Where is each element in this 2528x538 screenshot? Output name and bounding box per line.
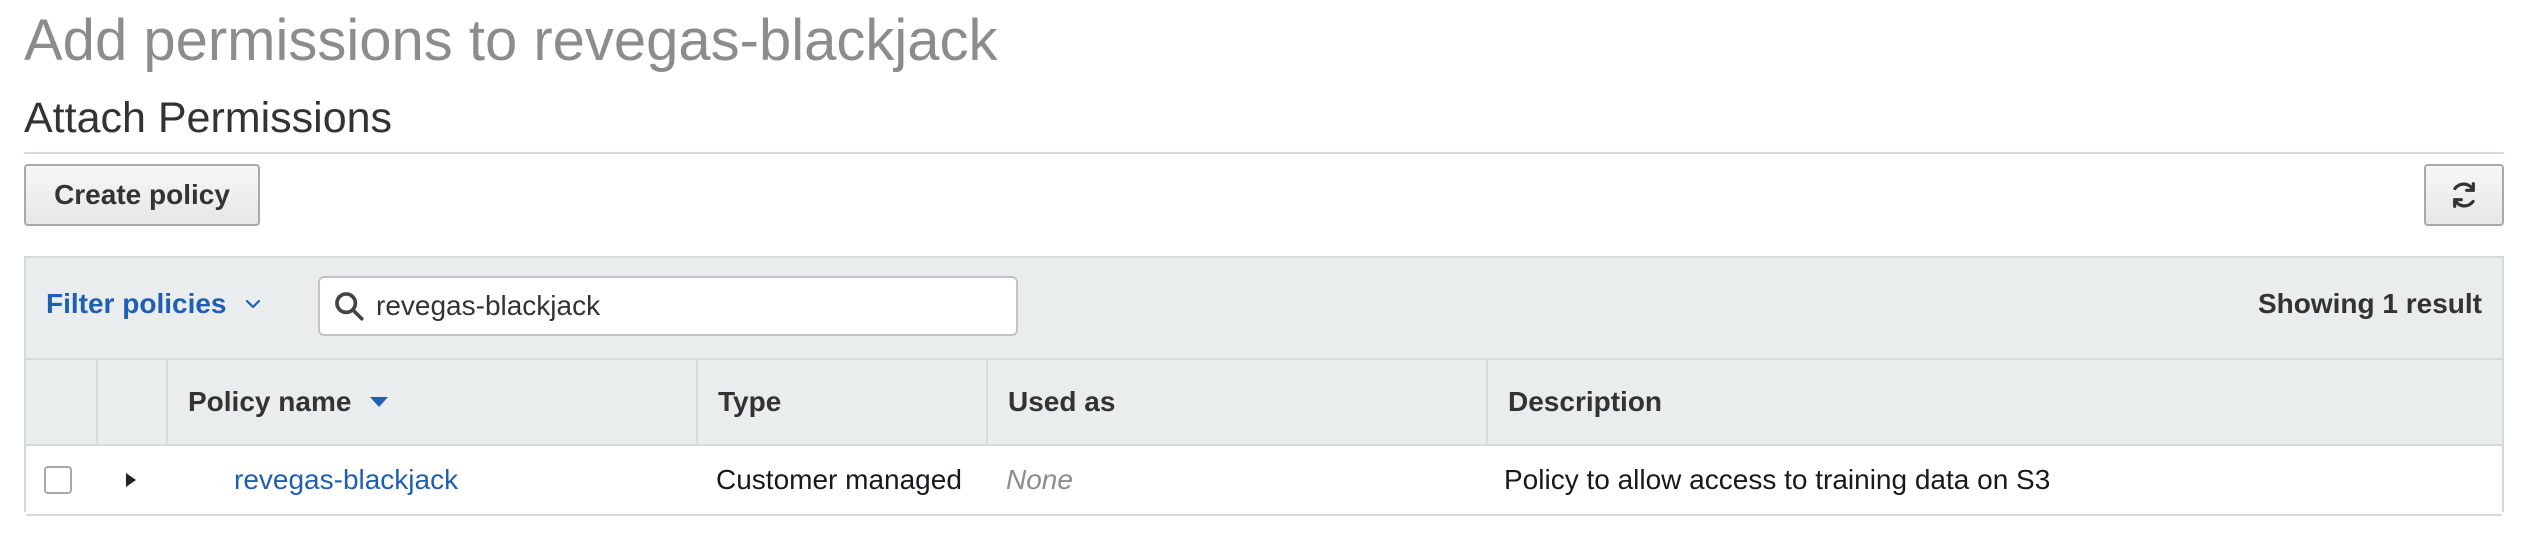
search-input[interactable] (374, 289, 998, 323)
result-count: Showing 1 result (2257, 288, 2482, 319)
search-field[interactable] (318, 276, 1018, 336)
column-header-policy-name[interactable]: Policy name (166, 360, 696, 444)
column-header-used-as[interactable]: Used as (986, 360, 1486, 444)
column-header-label: Used as (1008, 386, 1116, 417)
section-title: Attach Permissions (24, 94, 393, 142)
chevron-down-icon (245, 299, 260, 309)
filter-policies-label: Filter policies (46, 288, 227, 319)
row-select-cell (44, 446, 72, 514)
policy-name-cell: revegas-blackjack (234, 446, 458, 514)
description-cell: Policy to allow access to training data … (1504, 464, 2051, 495)
type-cell: Customer managed (716, 464, 962, 495)
policy-name-link[interactable]: revegas-blackjack (234, 464, 458, 496)
column-header-label: Policy name (188, 386, 352, 417)
search-icon (335, 292, 364, 321)
page-title: Add permissions to revegas-blackjack (24, 8, 998, 73)
header-select-column (26, 360, 96, 444)
column-header-label: Description (1508, 386, 1663, 417)
filter-policies-dropdown[interactable]: Filter policies (46, 288, 263, 320)
used-as-cell: None (1006, 446, 1073, 514)
row-checkbox[interactable] (44, 466, 72, 494)
create-policy-button[interactable]: Create policy (24, 164, 260, 226)
column-header-label: Type (718, 386, 782, 417)
refresh-icon (2453, 182, 2475, 208)
row-expand-cell (124, 446, 138, 514)
filter-bar: Filter policies Showing 1 result (26, 258, 2502, 360)
sort-descending-icon (370, 397, 389, 407)
table-header: Policy name Type Used as Description (26, 360, 2502, 446)
policies-table: Filter policies Showing 1 result Policy … (24, 256, 2504, 516)
header-expand-column (96, 360, 166, 444)
table-row: revegas-blackjack Customer managed None … (26, 446, 2502, 516)
column-header-type[interactable]: Type (696, 360, 986, 444)
used-as-value: None (1006, 464, 1073, 495)
divider (24, 152, 2504, 154)
column-header-description[interactable]: Description (1486, 360, 2502, 444)
caret-right-icon[interactable] (124, 471, 138, 489)
refresh-button[interactable] (2424, 164, 2504, 226)
